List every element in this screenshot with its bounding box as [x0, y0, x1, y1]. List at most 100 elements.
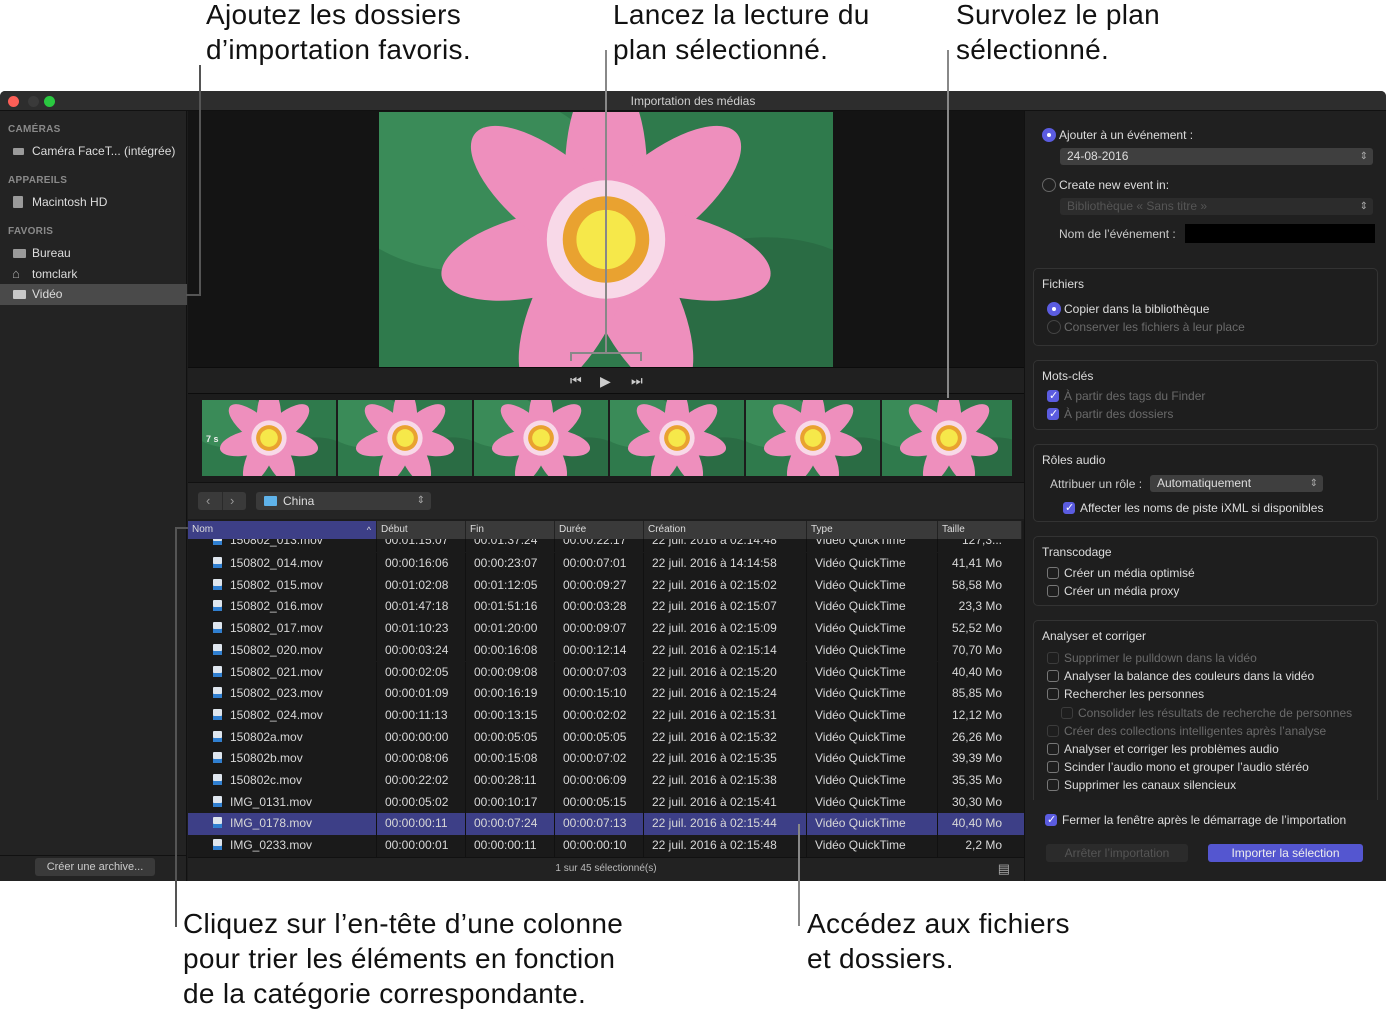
option-label: Supprimer les canaux silencieux [1064, 778, 1236, 792]
sidebar-item-macintosh-hd[interactable]: Macintosh HD [0, 192, 187, 213]
cell-text: 00:00:15:08 [474, 751, 537, 765]
analyze-option-checkbox[interactable]: Analyser et corriger les problèmes audio [1047, 742, 1279, 756]
table-row[interactable]: 150802c.mov00:00:22:0200:00:28:1100:00:0… [188, 770, 1024, 792]
close-window-button[interactable] [8, 96, 19, 107]
analyze-option-checkbox[interactable]: Rechercher les personnes [1047, 687, 1204, 701]
cell-duration: 00:00:06:09 [555, 770, 644, 792]
table-row[interactable]: 150802_023.mov00:00:01:0900:00:16:1900:0… [188, 683, 1024, 705]
column-header-5[interactable]: Type [807, 521, 938, 539]
assign-role-popup[interactable]: Automatiquement⇕ [1150, 475, 1323, 492]
radio-icon [1047, 302, 1061, 316]
cell-name: 150802_014.mov [188, 553, 377, 575]
filmstrip-view-icon[interactable]: ▤ [998, 858, 1010, 880]
files-group: Fichiers Copier dans la bibliothèque Con… [1033, 268, 1378, 346]
analyze-option-checkbox[interactable]: Scinder l’audio mono et grouper l’audio … [1047, 760, 1309, 774]
create-new-event-radio[interactable]: Create new event in: [1042, 178, 1169, 192]
cell-type: Vidéo QuickTime [807, 705, 938, 727]
table-row[interactable]: 150802_016.mov00:01:47:1800:01:51:1600:0… [188, 596, 1024, 618]
column-header-6[interactable]: Taille [938, 521, 1022, 539]
create-archive-button[interactable]: Créer une archive... [35, 858, 155, 876]
cell-start: 00:00:00:00 [377, 727, 466, 749]
column-header-1[interactable]: Début [377, 521, 466, 539]
cell-text: 00:00:00:00 [385, 730, 448, 744]
filmstrip-frame[interactable] [202, 400, 336, 476]
radio-icon [1047, 320, 1061, 334]
sidebar-item-tomclark[interactable]: ⌂tomclark [0, 264, 187, 285]
ixml-checkbox[interactable]: Affecter les noms de piste iXML si dispo… [1063, 501, 1323, 515]
cell-text: 00:00:05:15 [563, 795, 626, 809]
cell-text: Vidéo QuickTime [815, 643, 906, 657]
zoom-window-button[interactable] [44, 96, 55, 107]
analyze-option-checkbox[interactable]: Supprimer le pulldown dans la vidéo [1047, 651, 1257, 665]
optimized-media-checkbox[interactable]: Créer un média optimisé [1047, 566, 1195, 580]
folders-checkbox[interactable]: À partir des dossiers [1047, 407, 1173, 421]
analyze-option-checkbox[interactable]: Supprimer les canaux silencieux [1047, 778, 1236, 792]
table-row[interactable]: IMG_0233.mov00:00:00:0100:00:00:1100:00:… [188, 835, 1024, 857]
movie-file-icon [213, 839, 222, 850]
sidebar-item-video[interactable]: Vidéo [0, 284, 187, 305]
proxy-media-checkbox[interactable]: Créer un média proxy [1047, 584, 1179, 598]
finder-tags-checkbox[interactable]: À partir des tags du Finder [1047, 389, 1205, 403]
table-row[interactable]: 150802_020.mov00:00:03:2400:00:16:0800:0… [188, 640, 1024, 662]
table-row[interactable]: IMG_0131.mov00:00:05:0200:00:10:1700:00:… [188, 792, 1024, 814]
leave-in-place-radio[interactable]: Conserver les fichiers à leur place [1047, 320, 1245, 334]
import-selection-button[interactable]: Importer la sélection [1208, 844, 1363, 862]
table-row[interactable]: IMG_0178.mov00:00:00:1100:00:07:2400:00:… [188, 813, 1024, 835]
column-header-0[interactable]: Nom^ [188, 521, 377, 539]
cell-text: 00:00:16:08 [474, 643, 537, 657]
add-to-event-radio[interactable]: Ajouter à un événement : [1042, 128, 1193, 142]
analyze-option-checkbox[interactable]: Analyser la balance des couleurs dans la… [1047, 669, 1314, 683]
cell-text: Vidéo QuickTime [815, 665, 906, 679]
column-header-3[interactable]: Durée [555, 521, 644, 539]
table-row[interactable]: 150802_017.mov00:01:10:2300:01:20:0000:0… [188, 618, 1024, 640]
table-row[interactable]: 150802_021.mov00:00:02:0500:00:09:0800:0… [188, 662, 1024, 684]
cell-end: 00:01:51:16 [466, 596, 555, 618]
previous-clip-icon[interactable]: ⏮ [570, 373, 582, 389]
event-name-input[interactable] [1185, 224, 1375, 243]
cell-text: 00:00:05:02 [385, 795, 448, 809]
callout-line [175, 527, 188, 529]
window-title: Importation des médias [631, 94, 756, 108]
table-row[interactable]: 150802b.mov00:00:08:0600:00:15:0800:00:0… [188, 748, 1024, 770]
event-popup[interactable]: 24-08-2016⇕ [1060, 148, 1373, 165]
forward-button[interactable]: › [230, 492, 234, 510]
filmstrip-frame[interactable] [610, 400, 744, 476]
cell-text: 35,35 Mo [952, 773, 1002, 787]
cell-size: 85,85 Mo [938, 683, 1022, 705]
close-after-import-checkbox[interactable]: Fermer la fenêtre après le démarrage de … [1045, 813, 1346, 827]
table-row[interactable]: 150802_014.mov00:00:16:0600:00:23:0700:0… [188, 553, 1024, 575]
cell-name: IMG_0131.mov [188, 792, 377, 814]
back-button[interactable]: ‹ [206, 492, 210, 510]
cell-text: Vidéo QuickTime [815, 686, 906, 700]
cell-name: IMG_0233.mov [188, 835, 377, 857]
filmstrip-frame[interactable] [474, 400, 608, 476]
group-title: Analyser et corriger [1042, 629, 1146, 643]
column-header-2[interactable]: Fin [466, 521, 555, 539]
filmstrip-frame[interactable] [338, 400, 472, 476]
filmstrip-frame[interactable] [882, 400, 1012, 476]
minimize-window-button[interactable] [28, 96, 39, 107]
analyze-option-checkbox[interactable]: Consolider les résultats de recherche de… [1061, 706, 1352, 720]
checkbox-icon [1047, 390, 1059, 402]
stop-import-button[interactable]: Arrêter l’importation [1046, 844, 1188, 862]
sidebar-item-bureau[interactable]: Bureau [0, 243, 187, 264]
column-header-4[interactable]: Création [644, 521, 807, 539]
analyze-option-checkbox[interactable]: Créer des collections intelligentes aprè… [1047, 724, 1326, 738]
table-row[interactable]: 150802a.mov00:00:00:0000:00:05:0500:00:0… [188, 727, 1024, 749]
sidebar-item-facetime-camera[interactable]: Caméra FaceT... (intégrée) [0, 141, 187, 162]
copy-to-library-radio[interactable]: Copier dans la bibliothèque [1047, 302, 1209, 316]
library-popup[interactable]: Bibliothèque « Sans titre »⇕ [1060, 198, 1373, 215]
cell-text: 150802_020.mov [230, 643, 323, 657]
callout-line [199, 65, 201, 296]
table-row[interactable]: 150802_015.mov00:01:02:0800:01:12:0500:0… [188, 575, 1024, 597]
cell-created: 22 juil. 2016 à 02:15:48 [644, 835, 807, 857]
callout-line [605, 50, 607, 352]
cell-text: 23,3 Mo [959, 599, 1002, 613]
table-row[interactable]: 150802_024.mov00:00:11:1300:00:13:1500:0… [188, 705, 1024, 727]
filmstrip-frame[interactable] [746, 400, 880, 476]
play-button[interactable]: ▶ [600, 373, 611, 390]
sort-ascending-icon[interactable]: ^ [367, 521, 371, 539]
filmstrip[interactable]: 7 s [188, 394, 1024, 482]
next-clip-icon[interactable]: ⏭ [631, 373, 643, 389]
folder-popup[interactable]: China ⇕ [256, 492, 431, 510]
